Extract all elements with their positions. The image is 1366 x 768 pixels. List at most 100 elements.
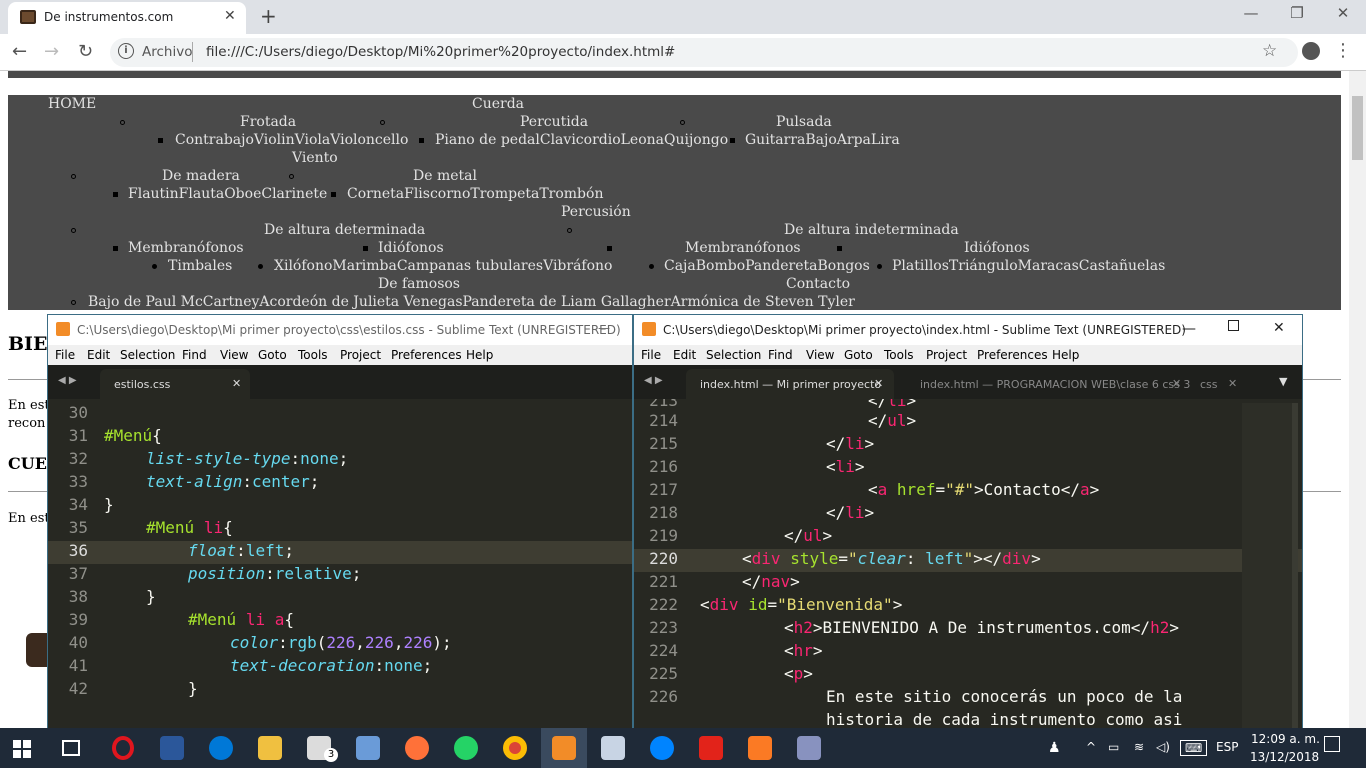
menu-help[interactable]: Help — [1052, 348, 1079, 362]
nav-membranofonos2-link[interactable]: Membranófonos — [685, 239, 801, 257]
nav-contacto-link[interactable]: Contacto — [786, 275, 850, 293]
keyboard-icon[interactable]: ⌨ — [1180, 740, 1208, 756]
nav-frotada-link[interactable]: Frotada — [240, 113, 296, 131]
tab-index-html-clase6[interactable]: index.html — PROGRAMACION WEB\clase 6 cs… — [906, 369, 1190, 399]
nav-idio-det-items[interactable]: XilófonoMarimbaCampanas tubularesVibráfo… — [274, 257, 613, 275]
page-scrollbar[interactable] — [1349, 71, 1366, 729]
minimap[interactable] — [1242, 403, 1296, 729]
nav-idio-indet-items[interactable]: PlatillosTriánguloMaracasCastañuelas — [892, 257, 1165, 275]
wifi-icon[interactable]: ≋ — [1134, 740, 1144, 754]
tab-css[interactable]: css ✕ — [1186, 369, 1246, 399]
volume-icon[interactable]: ◁) — [1156, 740, 1170, 754]
menu-selection[interactable]: Selection — [706, 348, 761, 362]
nav-madera-items[interactable]: FlautinFlautaOboeClarinete — [128, 185, 327, 203]
menu-selection[interactable]: Selection — [120, 348, 175, 362]
paint-icon[interactable] — [356, 736, 380, 760]
action-center-icon[interactable] — [1324, 736, 1340, 752]
tab-nav-arrows-icon[interactable]: ◀ ▶ — [58, 375, 77, 386]
menu-edit[interactable]: Edit — [87, 348, 110, 362]
tab-index-html[interactable]: index.html — Mi primer proyecto ✕ — [686, 369, 894, 399]
whatsapp-icon[interactable] — [454, 736, 478, 760]
clock-time[interactable]: 12:09 a. m. — [1251, 732, 1320, 746]
menu-find[interactable]: Find — [768, 348, 793, 362]
maximize-window-button[interactable] — [1228, 320, 1239, 331]
menu-view[interactable]: View — [220, 348, 248, 362]
menu-goto[interactable]: Goto — [844, 348, 873, 362]
input-language[interactable]: ESP — [1216, 740, 1238, 754]
menu-preferences[interactable]: Preferences — [391, 348, 462, 362]
tab-nav-arrows-icon[interactable]: ◀ ▶ — [644, 375, 663, 386]
menu-goto[interactable]: Goto — [258, 348, 287, 362]
code-editor-css[interactable]: 30 31 32 33 34 35 36 37 38 39 40 41 42 #… — [48, 399, 632, 729]
clock-date[interactable]: 13/12/2018 — [1250, 750, 1319, 764]
minimize-window-button[interactable]: — — [1182, 321, 1196, 337]
firefox-icon[interactable] — [405, 736, 429, 760]
info-icon[interactable]: i — [118, 43, 134, 59]
close-tab-icon[interactable]: ✕ — [224, 8, 236, 24]
nav-membranofonos-link[interactable]: Membranófonos — [128, 239, 244, 257]
nav-percutida-items[interactable]: Piano de pedalClavicordioLeonaQuijongo — [435, 131, 728, 149]
nav-viento-link[interactable]: Viento — [292, 149, 338, 167]
minimize-window-button[interactable]: — — [1228, 4, 1274, 22]
nav-idiofonos2-link[interactable]: Idiófonos — [964, 239, 1030, 257]
restore-window-button[interactable]: ❐ — [1274, 4, 1320, 22]
editor-scrollbar[interactable] — [1292, 403, 1298, 729]
nav-frotada-items[interactable]: ContrabajoViolinViolaVioloncello — [175, 131, 408, 149]
text-editor-icon[interactable] — [601, 736, 625, 760]
close-tab-icon[interactable]: ✕ — [1172, 377, 1181, 390]
nav-madera-link[interactable]: De madera — [162, 167, 240, 185]
nav-percusion-link[interactable]: Percusión — [561, 203, 631, 221]
edge-icon[interactable] — [209, 736, 233, 760]
nav-cuerda-link[interactable]: Cuerda — [472, 95, 524, 113]
tab-dropdown-icon[interactable]: ▼ — [1279, 375, 1287, 388]
close-window-button[interactable]: ✕ — [1320, 4, 1366, 22]
nav-timbales-link[interactable]: Timbales — [168, 257, 232, 275]
nav-membra-indet-items[interactable]: CajaBomboPanderetaBongos — [664, 257, 870, 275]
code-editor-html[interactable]: 213 214 215 216 217 218 219 220 221 222 … — [634, 399, 1302, 729]
minimize-window-button[interactable]: — — [598, 321, 610, 335]
address-url[interactable]: file:///C:/Users/diego/Desktop/Mi%20prim… — [206, 44, 675, 60]
acrobat-icon[interactable] — [699, 736, 723, 760]
menu-file[interactable]: File — [641, 348, 661, 362]
menu-kebab-icon[interactable]: ⋮ — [1334, 40, 1352, 61]
page-scrollbar-thumb[interactable] — [1352, 96, 1363, 160]
chrome-icon[interactable] — [503, 736, 527, 760]
people-icon[interactable]: ♟ — [1048, 740, 1061, 756]
nav-metal-link[interactable]: De metal — [413, 167, 477, 185]
nav-altura-indet-link[interactable]: De altura indeterminada — [784, 221, 959, 239]
php-icon[interactable] — [797, 736, 821, 760]
nav-famosos-items[interactable]: Bajo de Paul McCartneyAcordeón de Juliet… — [88, 293, 855, 311]
close-tab-icon[interactable]: ✕ — [1228, 377, 1237, 390]
nav-home-link[interactable]: HOME — [48, 95, 96, 113]
task-view-icon[interactable] — [62, 740, 80, 756]
nav-pulsada-items[interactable]: GuitarraBajoArpaLira — [745, 131, 900, 149]
account-avatar-icon[interactable] — [1302, 42, 1320, 60]
new-tab-button[interactable]: + — [260, 4, 277, 28]
nav-altura-det-link[interactable]: De altura determinada — [264, 221, 425, 239]
word-icon[interactable] — [160, 736, 184, 760]
messenger-icon[interactable] — [650, 736, 674, 760]
tray-chevron-icon[interactable]: ^ — [1086, 740, 1096, 754]
sublime-text-icon[interactable] — [552, 736, 576, 760]
menu-find[interactable]: Find — [182, 348, 207, 362]
nav-pulsada-link[interactable]: Pulsada — [776, 113, 832, 131]
forward-button[interactable]: → — [44, 41, 59, 62]
nav-idiofonos-link[interactable]: Idiófonos — [378, 239, 444, 257]
browser-tab[interactable]: De instrumentos.com ✕ — [8, 2, 246, 34]
menu-tools[interactable]: Tools — [884, 348, 914, 362]
menu-file[interactable]: File — [55, 348, 75, 362]
xampp-icon[interactable] — [748, 736, 772, 760]
tab-estilos-css[interactable]: estilos.css ✕ — [100, 369, 250, 399]
address-bar[interactable]: i Archivo file:///C:/Users/diego/Desktop… — [110, 38, 1298, 67]
start-windows-icon[interactable] — [13, 740, 31, 758]
menu-project[interactable]: Project — [926, 348, 967, 362]
close-window-button[interactable]: ✕ — [1273, 320, 1285, 336]
file-explorer-icon[interactable] — [258, 736, 282, 760]
close-tab-icon[interactable]: ✕ — [874, 377, 883, 390]
menu-tools[interactable]: Tools — [298, 348, 328, 362]
network-icon[interactable]: ▭ — [1108, 740, 1119, 754]
reload-button[interactable]: ↻ — [78, 41, 93, 62]
menu-view[interactable]: View — [806, 348, 834, 362]
close-tab-icon[interactable]: ✕ — [232, 377, 241, 390]
menu-preferences[interactable]: Preferences — [977, 348, 1048, 362]
